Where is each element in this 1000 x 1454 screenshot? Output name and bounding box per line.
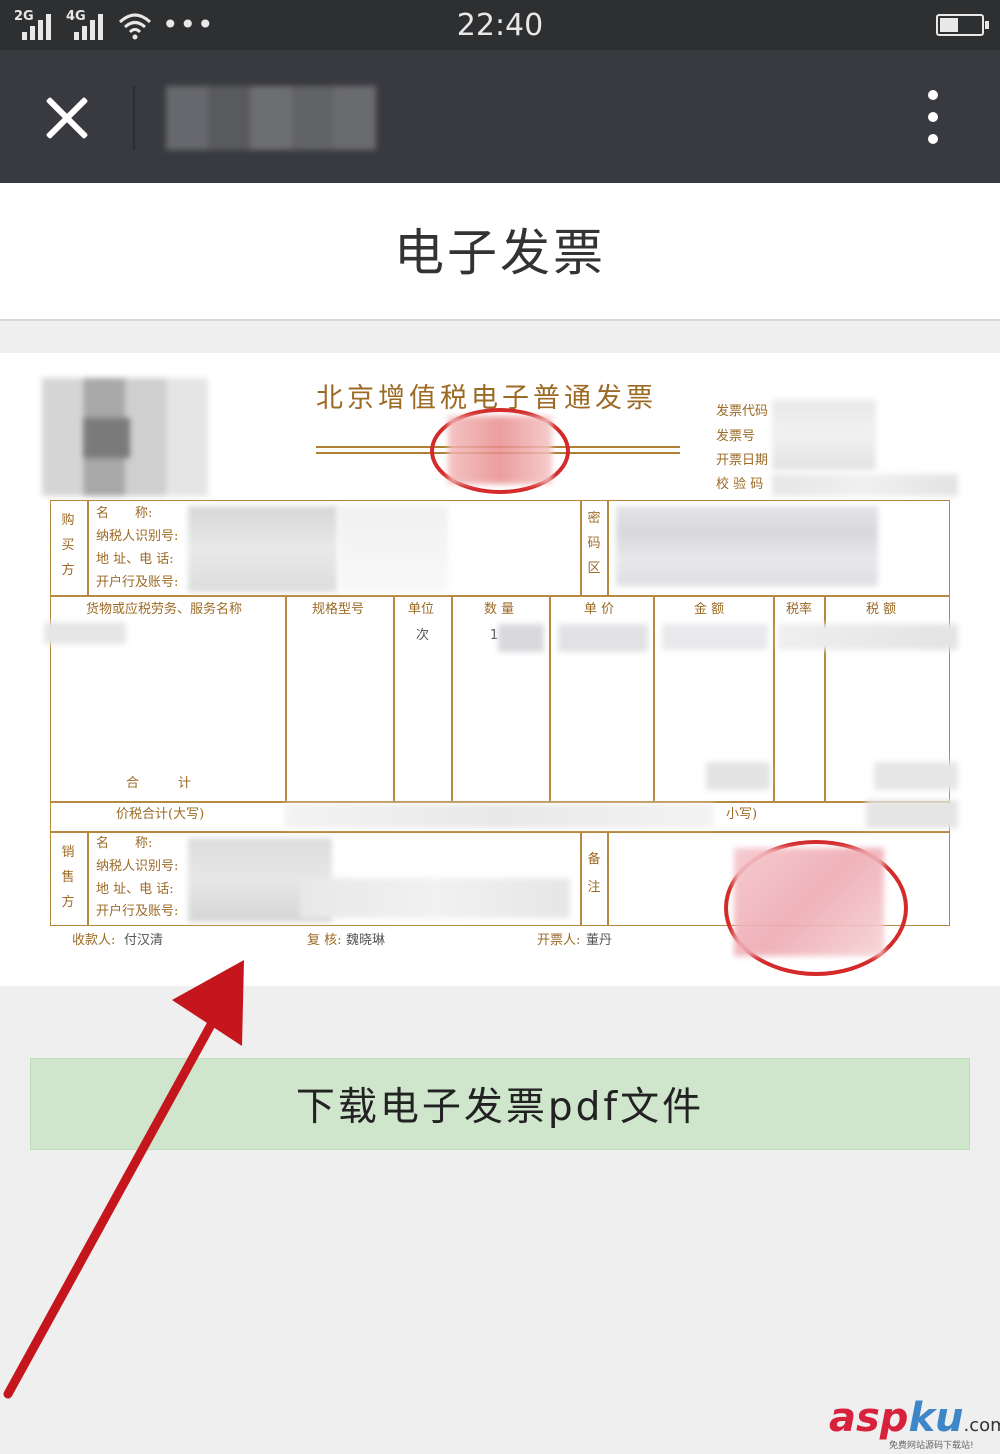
watermark-brand-a: asp: [829, 1395, 909, 1441]
watermark-brand-b: ku: [908, 1395, 964, 1441]
watermark-brand-c: .com: [963, 1415, 1000, 1436]
watermark-tagline: 免费网站源码下载站!: [889, 1441, 974, 1451]
annotation-arrow-icon: [3, 960, 244, 1399]
watermark-logo: aspku.com 免费网站源码下载站!: [829, 1395, 1000, 1454]
